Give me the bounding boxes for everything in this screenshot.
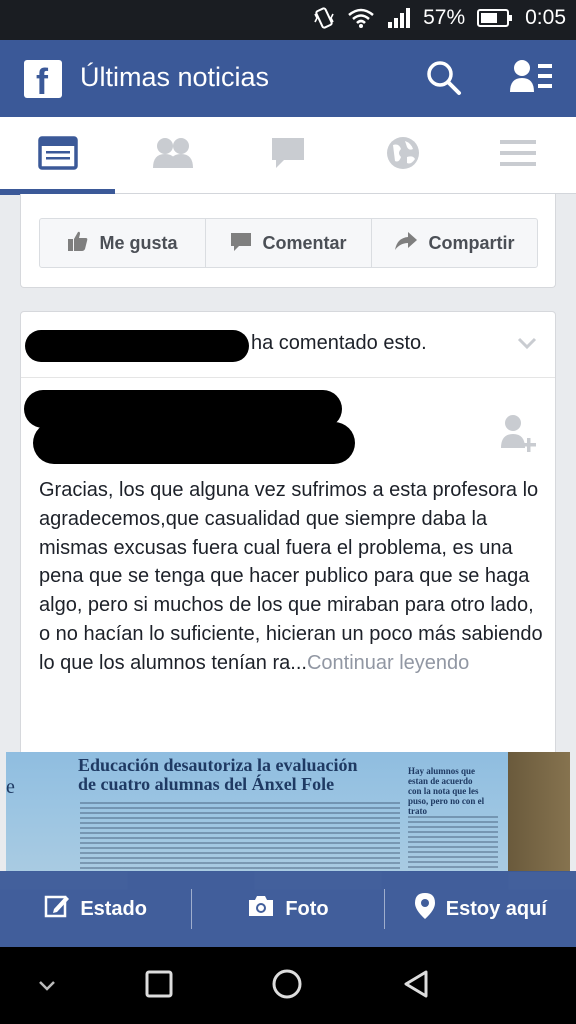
tab-bar [0,117,576,195]
tab-news-feed[interactable] [0,117,115,195]
comment-button[interactable]: Comentar [206,219,372,267]
article-headline: Educación desautoriza la evaluación de c… [78,755,358,794]
app-bar: f Últimas noticias [0,40,576,117]
location-pin-icon [414,892,436,926]
post-card: Me gusta Comentar Compartir [20,194,556,288]
post-actions: Me gusta Comentar Compartir [39,218,538,268]
composer-bar: Estado Foto Estoy aquí [0,871,576,947]
hide-keyboard-chevron-icon[interactable] [38,979,56,997]
friend-requests-icon [150,136,196,175]
post-text: Gracias, los que alguna vez sufrimos a e… [39,479,543,674]
edit-icon [44,893,70,925]
share-label: Compartir [428,232,515,253]
notifications-globe-icon [385,135,421,176]
status-button[interactable]: Estado [0,889,191,929]
redacted-author-line2 [33,422,355,464]
status-label: Estado [80,897,147,920]
battery-percent: 57% [423,6,466,29]
article-image[interactable]: e Educación desautoriza la evaluación de… [6,752,570,872]
article-edge-letter: e [6,776,15,798]
continue-reading-link[interactable]: Continuar leyendo [307,652,469,674]
chevron-down-icon[interactable] [517,336,537,355]
news-feed-icon [37,136,78,175]
camera-icon [247,894,275,924]
messages-icon [270,136,306,175]
add-friend-icon[interactable] [499,412,539,459]
comment-label: Comentar [262,232,347,253]
comment-bubble-icon [230,230,252,257]
tab-messages[interactable] [230,117,345,194]
page-title: Últimas noticias [80,62,270,92]
clock: 0:05 [525,6,566,29]
tab-notifications[interactable] [345,117,460,194]
story-header: ha comentado esto. [21,312,555,378]
article-side-headline: Hay alumnos que estan de acuerdo con la … [408,766,485,816]
redacted-name [25,330,249,362]
vibrate-icon [313,6,335,30]
checkin-label: Estoy aquí [445,897,547,920]
article-side-lines [408,816,498,872]
activity-text: ha comentado esto. [251,332,427,354]
article-text-lines [80,802,400,872]
wifi-icon [347,7,375,29]
home-icon[interactable] [271,968,303,1005]
search-icon[interactable] [424,58,464,103]
tab-menu[interactable] [460,117,575,194]
system-nav-bar [0,947,576,1024]
friends-list-icon[interactable] [508,58,556,103]
photo-label: Foto [285,897,329,920]
tab-friend-requests[interactable] [115,117,230,194]
status-bar: 57% 0:05 [0,0,576,40]
article-image-edge [508,752,570,872]
photo-button[interactable]: Foto [192,889,383,929]
thumbs-up-icon [67,230,89,257]
facebook-logo-icon: f [24,60,62,100]
back-icon[interactable] [402,969,430,1004]
battery-icon [477,8,513,28]
post-body: Gracias, los que alguna vez sufrimos a e… [39,476,544,678]
menu-icon [499,138,536,173]
like-button[interactable]: Me gusta [40,219,206,267]
recent-apps-icon[interactable] [144,969,174,1004]
share-arrow-icon [394,231,418,256]
checkin-button[interactable]: Estoy aquí [385,889,576,929]
signal-icon [387,8,411,28]
like-label: Me gusta [99,232,178,253]
share-button[interactable]: Compartir [372,219,537,267]
